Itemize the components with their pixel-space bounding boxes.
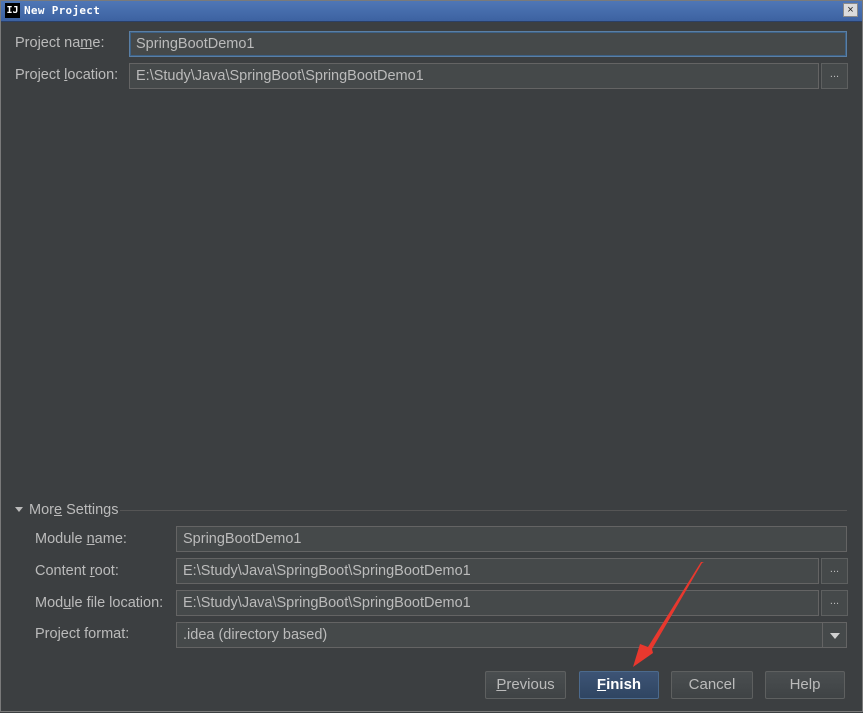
content-root-browse-button[interactable]: ... [821, 558, 848, 584]
label-text: Module [35, 531, 87, 547]
label-text: ame: [94, 531, 127, 547]
chevron-down-icon [830, 633, 840, 639]
finish-button[interactable]: Finish [579, 671, 659, 699]
more-settings-toggle[interactable]: More Settings [15, 502, 118, 518]
module-file-location-browse-button[interactable]: ... [821, 590, 848, 616]
project-location-label: Project location: [15, 67, 118, 83]
project-name-label: Project name: [15, 35, 104, 51]
label-text: e: [92, 35, 105, 51]
mnemonic: F [596, 676, 607, 693]
toggle-text: Mor [29, 502, 54, 518]
label-text: oot: [94, 563, 119, 579]
module-file-location-input[interactable]: E:\Study\Java\SpringBoot\SpringBootDemo1 [176, 590, 819, 616]
collapse-triangle-icon [15, 507, 23, 512]
help-button[interactable]: Help [765, 671, 845, 699]
project-name-input[interactable]: SpringBootDemo1 [129, 31, 847, 57]
project-format-label: Project format: [35, 626, 130, 642]
label-text: Project [15, 67, 65, 83]
label-text: Content [35, 563, 90, 579]
module-name-input[interactable]: SpringBootDemo1 [176, 526, 847, 552]
mnemonic: m [80, 35, 93, 51]
label-text: ocation: [67, 67, 119, 83]
toggle-text: Settings [62, 502, 119, 518]
previous-button[interactable]: Previous [485, 671, 566, 699]
close-button[interactable]: × [843, 3, 858, 17]
button-label: revious [506, 676, 555, 693]
project-format-select[interactable]: .idea (directory based) [176, 622, 847, 648]
label-text: le file location: [71, 595, 164, 611]
cancel-button[interactable]: Cancel [671, 671, 753, 699]
window-title: New Project [24, 4, 101, 17]
content-root-label: Content root: [35, 563, 119, 579]
mnemonic: P [496, 676, 507, 693]
label-text: Mod [35, 595, 64, 611]
title-bar[interactable]: IJ New Project × [1, 1, 862, 22]
intellij-logo-icon: IJ [5, 3, 20, 18]
label-text: Project na [15, 35, 81, 51]
divider [120, 510, 847, 511]
new-project-dialog: IJ New Project × Project name: SpringBoo… [0, 0, 863, 712]
dropdown-arrow-button[interactable] [822, 623, 846, 647]
content-root-input[interactable]: E:\Study\Java\SpringBoot\SpringBootDemo1 [176, 558, 819, 584]
project-location-input[interactable]: E:\Study\Java\SpringBoot\SpringBootDemo1 [129, 63, 819, 89]
mnemonic: n [86, 531, 95, 547]
mnemonic: e [53, 502, 63, 518]
project-format-value: .idea (directory based) [183, 627, 328, 643]
module-file-location-label: Module file location: [35, 595, 163, 611]
project-location-browse-button[interactable]: ... [821, 63, 848, 89]
module-name-label: Module name: [35, 531, 127, 547]
button-label: inish [606, 676, 642, 693]
